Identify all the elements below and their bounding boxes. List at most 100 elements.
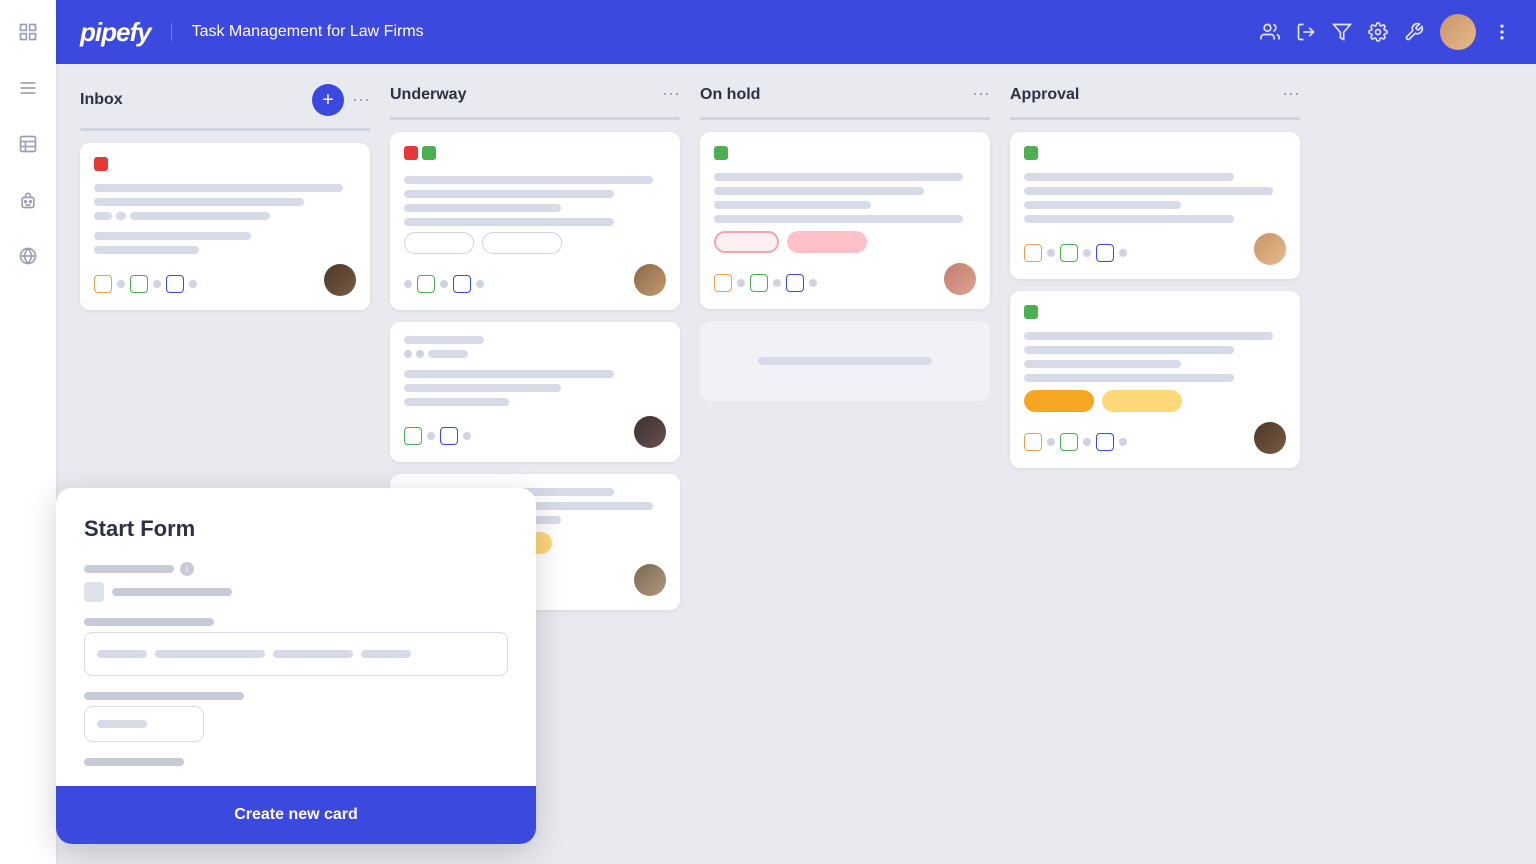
dot	[809, 279, 817, 287]
sidebar-item-table[interactable]	[12, 128, 44, 160]
dot	[737, 279, 745, 287]
header-left: pipefy Task Management for Law Firms	[80, 17, 424, 48]
dot	[1047, 438, 1055, 446]
dot	[1047, 249, 1055, 257]
image-text-line	[112, 588, 232, 596]
card-icon-blue	[1096, 433, 1114, 451]
card-avatar	[1254, 233, 1286, 265]
avatar-image	[1440, 14, 1476, 50]
more-options-line	[84, 758, 184, 766]
column-menu-icon[interactable]: ⋯	[972, 84, 990, 105]
card-line	[1024, 346, 1234, 354]
column-onhold: On hold ⋯	[700, 84, 990, 413]
card-icon-orange	[1024, 244, 1042, 262]
card-icon-row	[1024, 244, 1127, 262]
img-placeholder	[84, 582, 104, 602]
form-row-2	[84, 618, 508, 676]
card-line	[1024, 215, 1234, 223]
onhold-card-1[interactable]	[700, 132, 990, 309]
form-input-2[interactable]	[84, 706, 204, 742]
logo: pipefy	[80, 17, 151, 48]
sidebar-item-list[interactable]	[12, 72, 44, 104]
card-avatar	[1254, 422, 1286, 454]
header-title: Task Management for Law Firms	[171, 23, 424, 41]
form-row-1: i	[84, 562, 508, 602]
card-icon-green	[1060, 244, 1078, 262]
settings-icon[interactable]	[1368, 22, 1388, 42]
header: pipefy Task Management for Law Firms	[56, 0, 1536, 64]
card-avatar	[634, 264, 666, 296]
modal-overlay: Start Form i	[56, 64, 536, 864]
sidebar-item-grid[interactable]	[12, 16, 44, 48]
create-new-card-button[interactable]: Create new card	[234, 806, 358, 824]
filter-icon[interactable]	[1332, 22, 1352, 42]
card-icon-row	[1024, 433, 1127, 451]
card-badge-orange	[1024, 390, 1094, 412]
tools-icon[interactable]	[1404, 22, 1424, 42]
input-segment	[273, 650, 353, 658]
dot	[1083, 249, 1091, 257]
card-icon-green	[750, 274, 768, 292]
card-icon-orange	[714, 274, 732, 292]
exit-icon[interactable]	[1296, 22, 1316, 42]
card-icon-blue	[786, 274, 804, 292]
form-row-3	[84, 692, 508, 742]
card-footer	[1024, 422, 1286, 454]
form-label-2	[84, 618, 214, 626]
card-icon-orange	[1024, 433, 1042, 451]
form-label-row-3	[84, 692, 508, 700]
dot	[1119, 438, 1127, 446]
card-line	[1024, 201, 1181, 209]
card-icon-green	[1060, 433, 1078, 451]
card-tag-green	[1024, 305, 1038, 319]
sidebar	[0, 0, 56, 864]
sidebar-item-robot[interactable]	[12, 184, 44, 216]
card-line	[714, 187, 924, 195]
column-menu-icon[interactable]: ⋯	[662, 84, 680, 105]
modal-title: Start Form	[84, 516, 508, 542]
input-segment	[361, 650, 411, 658]
card-badge-pink	[714, 231, 779, 253]
card-avatar	[634, 416, 666, 448]
card-avatar	[634, 564, 666, 596]
approval-card-2[interactable]	[1010, 291, 1300, 468]
image-row	[84, 582, 508, 602]
card-line	[714, 173, 963, 181]
card-footer	[1024, 233, 1286, 265]
card-avatar	[944, 263, 976, 295]
form-input-1[interactable]	[84, 632, 508, 676]
sidebar-item-globe[interactable]	[12, 240, 44, 272]
dot	[1083, 438, 1091, 446]
header-right	[1260, 14, 1512, 50]
column-menu-icon[interactable]: ⋯	[1282, 84, 1300, 105]
input-segment	[97, 650, 147, 658]
placeholder-line	[758, 357, 932, 365]
card-line	[714, 215, 963, 223]
card-badge-row	[714, 231, 976, 253]
card-line	[1024, 332, 1273, 340]
modal-footer[interactable]: Create new card	[56, 786, 536, 844]
dot	[773, 279, 781, 287]
column-onhold-header: On hold ⋯	[700, 84, 990, 105]
column-approval-underline	[1010, 117, 1300, 120]
input-segment	[155, 650, 265, 658]
card-line	[1024, 360, 1181, 368]
card-badge-pink2	[787, 231, 867, 253]
users-icon[interactable]	[1260, 22, 1280, 42]
approval-card-1[interactable]	[1010, 132, 1300, 279]
column-onhold-title: On hold	[700, 86, 964, 104]
form-label-3	[84, 692, 244, 700]
card-line	[1024, 374, 1234, 382]
start-form-modal: Start Form i	[56, 488, 536, 844]
form-label-row-2	[84, 618, 508, 626]
user-avatar[interactable]	[1440, 14, 1476, 50]
card-icon-row	[714, 274, 817, 292]
column-approval: Approval ⋯	[1010, 84, 1300, 480]
modal-body: Start Form i	[56, 488, 536, 786]
onhold-placeholder	[700, 321, 990, 401]
more-vertical-icon[interactable]	[1492, 22, 1512, 42]
card-icon-blue	[1096, 244, 1114, 262]
column-approval-header: Approval ⋯	[1010, 84, 1300, 105]
card-badge-yellow	[1102, 390, 1182, 412]
column-approval-title: Approval	[1010, 86, 1274, 104]
